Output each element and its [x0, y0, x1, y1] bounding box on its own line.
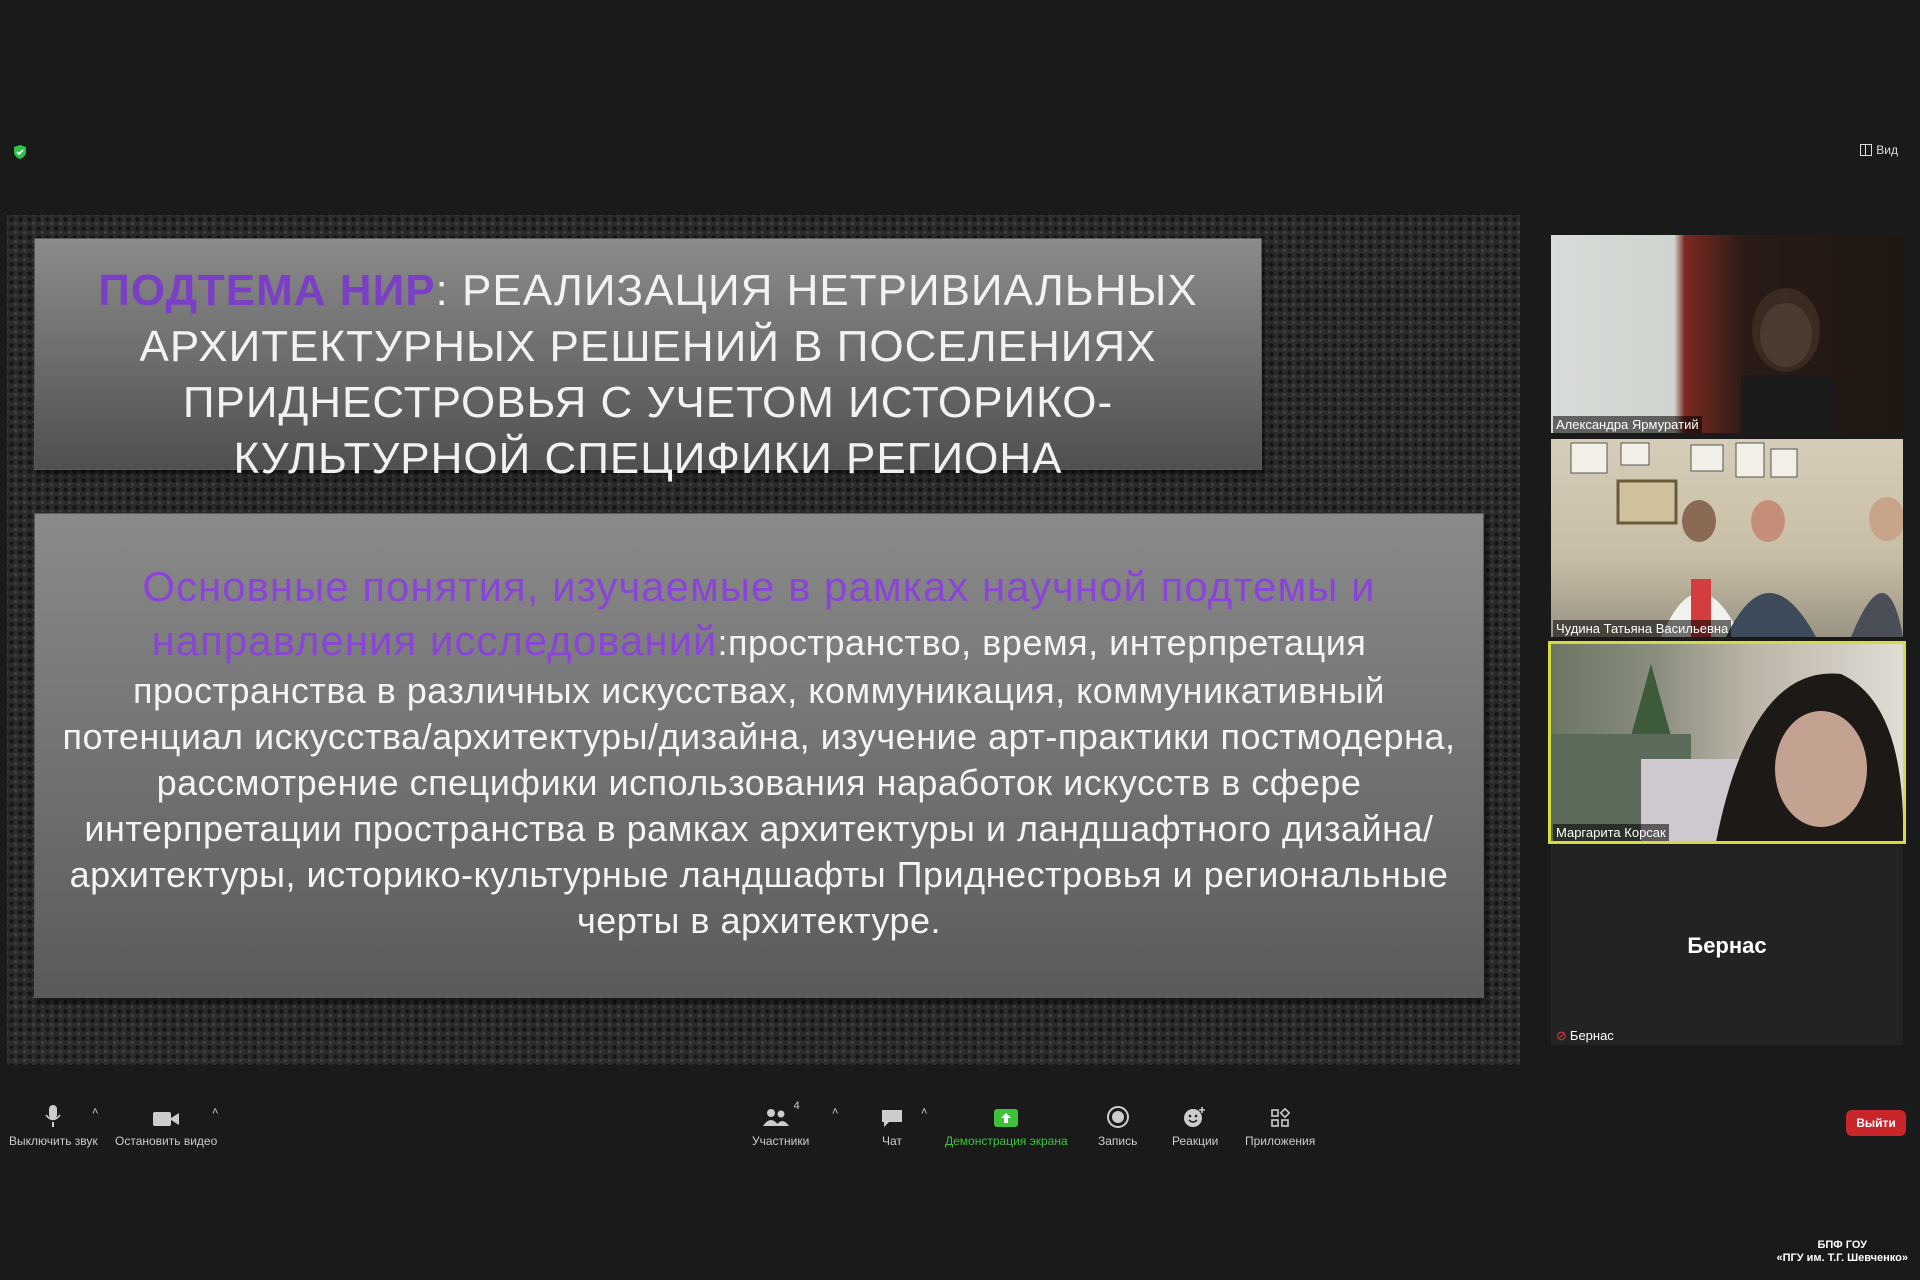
active-speaker-video-tile[interactable]: Маргарита Корсак	[1548, 641, 1906, 844]
video-feed	[1551, 664, 1903, 841]
video-feed	[1570, 442, 1903, 637]
mute-button[interactable]: Выключить звук	[9, 1100, 98, 1148]
apps-icon	[1271, 1108, 1291, 1127]
participants-icon	[762, 1109, 789, 1126]
video-label: Остановить видео	[115, 1134, 218, 1148]
record-button[interactable]: Запись	[1098, 1100, 1137, 1148]
chat-options-chevron-icon[interactable]: ˄	[921, 1106, 927, 1118]
video-camera-icon	[153, 1112, 180, 1126]
layout-icon	[1860, 144, 1873, 156]
participants-options-chevron-icon[interactable]: ˄	[832, 1106, 838, 1118]
slide-title-box: ПОДТЕМА НИР: РЕАЛИЗАЦИЯ НЕТРИВИАЛЬНЫХ АР…	[34, 238, 1262, 483]
share-screen-icon	[994, 1109, 1019, 1127]
participants-count: 4	[793, 1100, 800, 1112]
brand-line-1: БПФ ГОУ	[1817, 1239, 1867, 1251]
participant-video-tile[interactable]: Чудина Татьяна Васильевна	[1551, 439, 1903, 637]
brand-line-2: «ПГУ им. Т.Г. Шевченко»	[1776, 1252, 1908, 1264]
stop-video-button[interactable]: Остановить видео	[115, 1100, 217, 1148]
participants-button[interactable]: 4 Участники	[752, 1100, 809, 1148]
participant-name-tag: ⊘ Бернас	[1553, 1027, 1617, 1045]
chat-bubble-icon	[882, 1110, 902, 1127]
participant-display-name: Бернас	[1687, 933, 1767, 958]
slide-body-box: Основные понятия, изучаемые в рамках нау…	[34, 513, 1484, 998]
chat-label: Чат	[882, 1134, 902, 1148]
leave-button[interactable]: Выйти	[1846, 1110, 1906, 1136]
participants-label: Участники	[752, 1134, 810, 1148]
audio-options-chevron-icon[interactable]: ˄	[92, 1106, 98, 1118]
shared-screen-slide: ПОДТЕМА НИР: РЕАЛИЗАЦИЯ НЕТРИВИАЛЬНЫХ АР…	[7, 215, 1520, 1065]
participant-name: Александра Ярмуратий	[1553, 416, 1702, 433]
view-button[interactable]: Вид	[1860, 143, 1898, 157]
slide-title-highlight: ПОДТЕМА НИР	[98, 266, 436, 315]
record-icon	[1106, 1106, 1129, 1128]
video-options-chevron-icon[interactable]: ˄	[212, 1106, 218, 1118]
slide-body-text: :пространство, время, интерпретация прос…	[62, 622, 1456, 941]
security-shield-icon[interactable]	[12, 144, 28, 160]
apps-label: Приложения	[1245, 1134, 1316, 1148]
mic-muted-icon: ⊘	[1556, 1028, 1567, 1043]
apps-button[interactable]: Приложения	[1245, 1100, 1315, 1148]
reactions-label: Реакции	[1172, 1134, 1219, 1148]
participant-name: Бернас	[1569, 1028, 1614, 1043]
smiley-reaction-icon	[1184, 1107, 1206, 1127]
watermark-brand: БПФ ГОУ «ПГУ им. Т.Г. Шевченко»	[1776, 1239, 1908, 1265]
participant-name: Маргарита Корсак	[1553, 824, 1669, 841]
mute-label: Выключить звук	[9, 1134, 98, 1148]
share-screen-button[interactable]: Демонстрация экрана	[945, 1100, 1068, 1148]
participant-tile-no-video[interactable]: Бернас ⊘ Бернас	[1551, 845, 1903, 1045]
share-label: Демонстрация экрана	[945, 1134, 1068, 1148]
record-label: Запись	[1098, 1134, 1138, 1148]
participant-video-tile[interactable]: Александра Ярмуратий	[1551, 235, 1903, 433]
video-feed	[1741, 288, 1836, 433]
chat-button[interactable]: Чат	[881, 1100, 903, 1148]
microphone-icon	[45, 1105, 61, 1127]
view-label: Вид	[1876, 143, 1898, 157]
reactions-button[interactable]: Реакции	[1172, 1100, 1218, 1148]
participant-name: Чудина Татьяна Васильевна	[1553, 620, 1732, 637]
